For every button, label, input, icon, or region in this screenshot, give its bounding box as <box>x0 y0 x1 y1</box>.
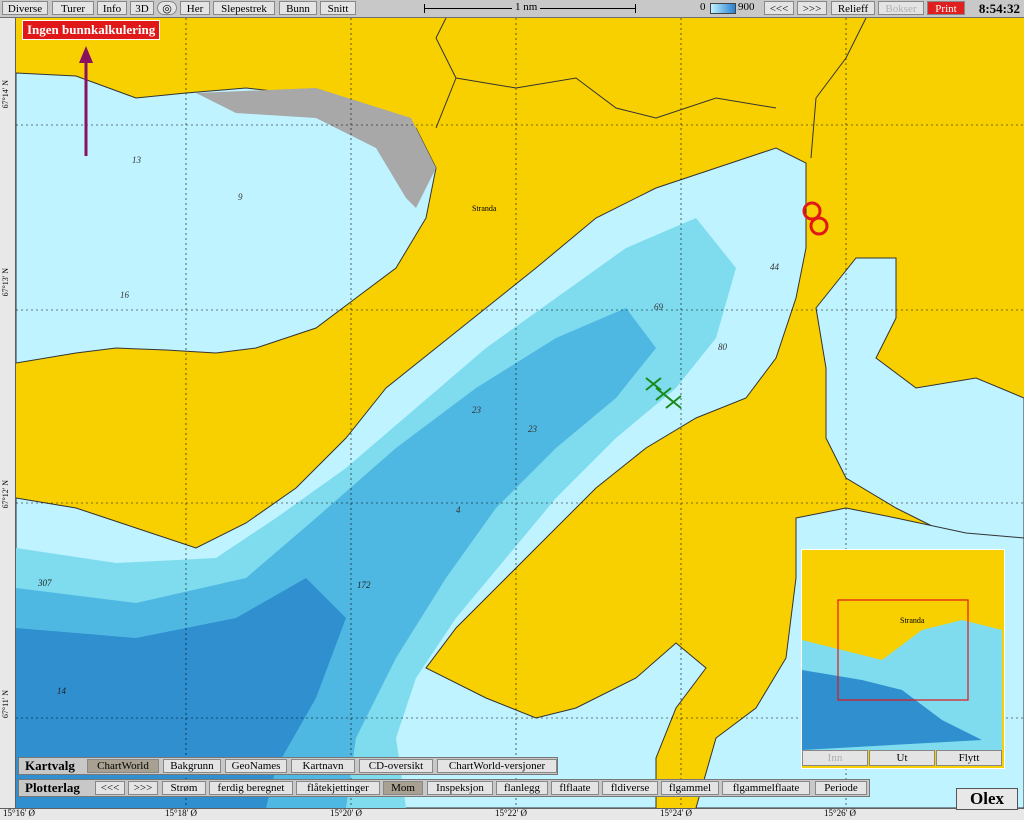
zoom-out-button[interactable]: Ut <box>869 750 935 766</box>
btn-next[interactable]: >>> <box>128 781 158 795</box>
top-toolbar: Diverse Turer Info 3D ◎ Her Slepestrek B… <box>0 0 1024 18</box>
btn-cd-oversikt[interactable]: CD-oversikt <box>359 759 433 773</box>
btn-chartworld-versjoner[interactable]: ChartWorld-versjoner <box>437 759 557 773</box>
menu-diverse[interactable]: Diverse <box>2 1 48 15</box>
inset-label: Stranda <box>900 616 925 625</box>
menu-info[interactable]: Info <box>97 1 127 15</box>
lon-label: 15°20' Ø <box>330 808 362 818</box>
btn-geonames[interactable]: GeoNames <box>225 759 287 773</box>
menu-slepestrek[interactable]: Slepestrek <box>213 1 275 15</box>
lon-label: 15°22' Ø <box>495 808 527 818</box>
kartvalg-bar: Kartvalg ChartWorld Bakgrunn GeoNames Ka… <box>18 757 558 775</box>
lat-label: 67°12' N <box>1 480 10 509</box>
lon-label: 15°18' Ø <box>165 808 197 818</box>
btn-periode[interactable]: Periode <box>815 781 867 795</box>
lat-label: 67°13' N <box>1 268 10 297</box>
menu-snitt[interactable]: Snitt <box>320 1 356 15</box>
compass-icon[interactable]: ◎ <box>157 1 177 15</box>
clock: 8:54:32 <box>978 1 1020 16</box>
place-label-stranda: Stranda <box>472 204 497 213</box>
kartvalg-title: Kartvalg <box>25 758 75 773</box>
depth-sounding: 14 <box>57 686 66 696</box>
prev-button[interactable]: <<< <box>764 1 794 15</box>
btn-kartnavn[interactable]: Kartnavn <box>291 759 355 773</box>
depth-gradient[interactable] <box>710 3 736 14</box>
menu-her[interactable]: Her <box>180 1 210 15</box>
btn-mom[interactable]: Mom <box>383 781 423 795</box>
depth-max: 900 <box>738 1 755 13</box>
scale-label: 1 nm <box>512 1 541 13</box>
olex-logo: Olex <box>956 788 1018 810</box>
lat-label: 67°11' N <box>1 690 10 719</box>
overview-inset[interactable]: Stranda <box>801 549 1005 769</box>
btn-flanlegg[interactable]: flanlegg <box>496 781 548 795</box>
btn-chartworld[interactable]: ChartWorld <box>87 759 159 773</box>
menu-bunn[interactable]: Bunn <box>279 1 317 15</box>
lat-label: 67°14' N <box>1 80 10 109</box>
depth-sounding: 23 <box>472 405 481 415</box>
depth-sounding: 307 <box>38 578 52 588</box>
depth-sounding: 80 <box>718 342 727 352</box>
depth-sounding: 172 <box>357 580 371 590</box>
plotterlag-title: Plotterlag <box>25 780 80 795</box>
btn-flatekjettinger[interactable]: flåtekjettinger <box>296 781 380 795</box>
btn-flgammelflaate[interactable]: flgammelflaate <box>722 781 810 795</box>
btn-strom[interactable]: Strøm <box>162 781 206 795</box>
next-button[interactable]: >>> <box>797 1 827 15</box>
depth-sounding: 13 <box>132 155 141 165</box>
depth-sounding: 4 <box>456 505 461 515</box>
print-button[interactable]: Print <box>927 1 965 15</box>
btn-inspeksjon[interactable]: Inspeksjon <box>427 781 493 795</box>
lon-label: 15°24' Ø <box>660 808 692 818</box>
no-bottom-calc-warning: Ingen bunnkalkulering <box>22 20 161 40</box>
btn-bakgrunn[interactable]: Bakgrunn <box>163 759 221 773</box>
overview-map <box>802 599 1002 750</box>
relieff-button[interactable]: Relieff <box>831 1 875 15</box>
move-button[interactable]: Flytt <box>936 750 1002 766</box>
zoom-in-button[interactable]: Inn <box>802 750 868 766</box>
btn-prev[interactable]: <<< <box>95 781 125 795</box>
menu-turer[interactable]: Turer <box>52 1 94 15</box>
depth-sounding: 9 <box>238 192 243 202</box>
btn-fldiverse[interactable]: fldiverse <box>602 781 658 795</box>
lon-label: 15°26' Ø <box>824 808 856 818</box>
menu-3d[interactable]: 3D <box>130 1 154 15</box>
bokser-button[interactable]: Bokser <box>878 1 924 15</box>
depth-sounding: 23 <box>528 424 537 434</box>
lon-label: 15°16' Ø <box>3 808 35 818</box>
btn-flgammel[interactable]: flgammel <box>661 781 719 795</box>
btn-ferdig-beregnet[interactable]: ferdig beregnet <box>209 781 293 795</box>
depth-min: 0 <box>700 1 706 13</box>
depth-sounding: 16 <box>120 290 129 300</box>
btn-flflaate[interactable]: flflaate <box>551 781 599 795</box>
depth-sounding: 69 <box>654 302 663 312</box>
depth-sounding: 44 <box>770 262 779 272</box>
plotterlag-bar: Plotterlag <<< >>> Strøm ferdig beregnet… <box>18 779 870 797</box>
